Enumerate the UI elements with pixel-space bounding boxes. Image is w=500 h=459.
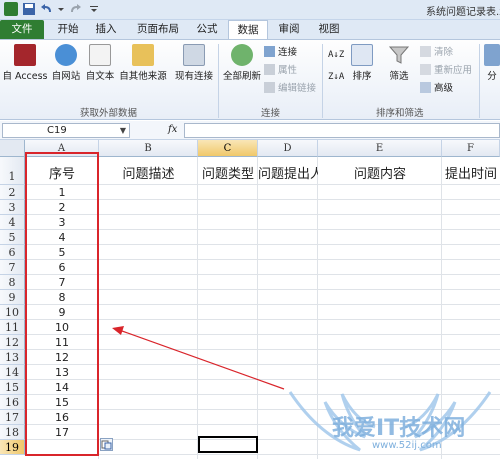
- watermark-url: www.52ij.com: [372, 440, 442, 451]
- watermark-text: 我爱IT技术网: [332, 416, 466, 441]
